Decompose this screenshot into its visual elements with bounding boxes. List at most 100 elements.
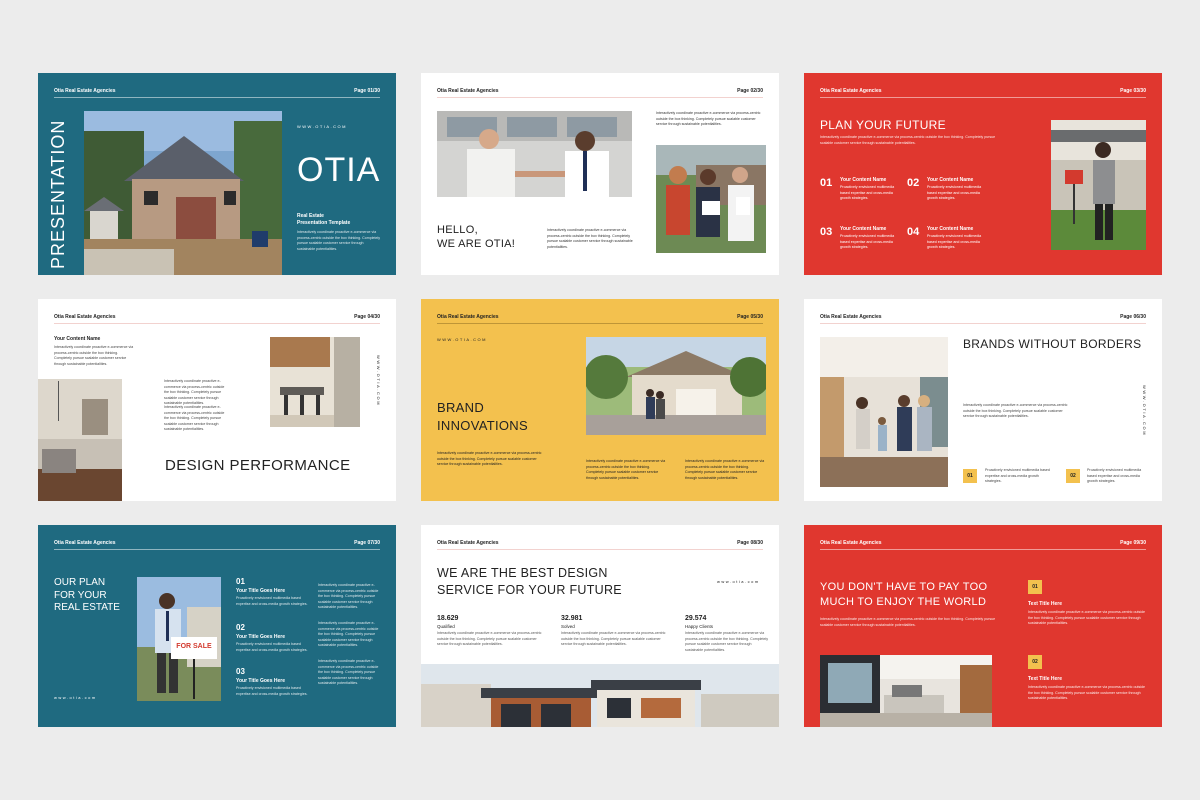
subtitle-line1: Real Estate (297, 213, 324, 219)
stat-text: Interactively coordinate proactive e-com… (685, 631, 769, 652)
title-line1: YOU DON'T HAVE TO PAY TOO (820, 581, 988, 593)
item-text: Proactively envisioned multimedia based … (840, 234, 895, 249)
badge-02-text: Proactively envisioned multimedia based … (1087, 468, 1142, 483)
main-title: OTIA (297, 151, 381, 189)
slide-02[interactable]: Otia Real Estate Agencies Page 02/30 Int… (421, 73, 779, 275)
family-photo (820, 337, 948, 487)
plan-item-03: 03 Your Title Goes Here Proactively envi… (236, 667, 308, 697)
section-title: DESIGN PERFORMANCE (165, 457, 351, 474)
modern-house-photo (421, 664, 779, 727)
item-text: Proactively envisioned multimedia based … (236, 642, 308, 652)
item-number: 04 (907, 226, 920, 238)
stat-label: Qualified (437, 624, 455, 629)
item-number: 02 (236, 623, 245, 632)
for-sale-sign-text: FOR SALE (176, 643, 212, 650)
greeting-text: Interactively coordinate proactive e-com… (547, 228, 633, 249)
side-paragraph-1: Interactively coordinate proactive e-com… (318, 583, 379, 609)
brand-label: Otia Real Estate Agencies (54, 540, 116, 546)
slide-09[interactable]: Otia Real Estate Agencies Page 09/30 YOU… (804, 525, 1162, 727)
agents-photo (656, 145, 766, 253)
section-title: YOU DON'T HAVE TO PAY TOO MUCH TO ENJOY … (820, 580, 987, 610)
kitchen-photo (270, 337, 360, 427)
title-line2: SERVICE FOR YOUR FUTURE (437, 583, 622, 597)
paragraph-1: Interactively coordinate proactive e-com… (164, 379, 225, 405)
vertical-title-wrap: PRESENTATION (48, 109, 71, 269)
for-sale-photo: FOR SALE (137, 577, 221, 701)
slide-header: Otia Real Estate Agencies Page 01/30 (54, 88, 380, 98)
stat-qualified: 18.629 Qualified Interactively coordinat… (437, 615, 547, 648)
slide-header: Otia Real Estate Agencies Page 02/30 (437, 88, 763, 98)
stat-solved: 32.981 Solved Interactively coordinate p… (561, 615, 671, 648)
slide-03[interactable]: Otia Real Estate Agencies Page 03/30 PLA… (804, 73, 1162, 275)
stat-label: Happy Clients (685, 624, 714, 629)
vertical-title: PRESENTATION (48, 119, 68, 269)
title-line2: MUCH TO ENJOY THE WORLD (820, 596, 987, 608)
item-number: 02 (907, 177, 920, 189)
brand-label: Otia Real Estate Agencies (54, 314, 116, 320)
section-title: PLAN YOUR FUTURE (820, 118, 946, 132)
page-number: Page 02/30 (737, 88, 763, 94)
item-01-text: Interactively coordinate proactive e-com… (1028, 610, 1146, 625)
side-paragraph-3: Interactively coordinate proactive e-com… (318, 659, 379, 685)
page-number: Page 05/30 (737, 314, 763, 320)
slide-04[interactable]: Otia Real Estate Agencies Page 04/30 You… (38, 299, 396, 501)
page-number: Page 09/30 (1120, 540, 1146, 546)
item-label: Your Content Name (927, 177, 974, 183)
stat-text: Interactively coordinate proactive e-com… (561, 631, 666, 646)
title-line1: OUR PLAN (54, 577, 106, 588)
greeting-line1: HELLO, (437, 224, 478, 236)
section-title: WE ARE THE BEST DESIGN SERVICE FOR YOUR … (437, 565, 622, 599)
section-title: BRANDS WITHOUT BORDERS (963, 337, 1142, 351)
slide-header: Otia Real Estate Agencies Page 08/30 (437, 540, 763, 550)
badge-02: 02 (1066, 469, 1080, 483)
website-label: WWW.OTIA.COM (437, 337, 487, 342)
item-label: Your Title Goes Here (236, 588, 285, 594)
title-line2: FOR YOUR (54, 589, 107, 601)
item-02-label: Text Title Here (1028, 676, 1062, 682)
section-title: BRAND INNOVATIONS (437, 399, 528, 435)
paragraph-2: Interactively coordinate proactive e-com… (164, 405, 225, 431)
badge-01: 01 (1028, 580, 1042, 594)
slide-08[interactable]: Otia Real Estate Agencies Page 08/30 WE … (421, 525, 779, 727)
item-number: 03 (236, 667, 245, 676)
page-number: Page 07/30 (354, 540, 380, 546)
house-photo (84, 111, 282, 275)
item-label: Your Content Name (840, 177, 887, 183)
couple-house-photo (586, 337, 766, 435)
brand-label: Otia Real Estate Agencies (820, 314, 882, 320)
item-number: 01 (236, 577, 245, 586)
slide-06[interactable]: Otia Real Estate Agencies Page 06/30 BRA… (804, 299, 1162, 501)
slide-header: Otia Real Estate Agencies Page 07/30 (54, 540, 380, 550)
plan-item-02: 02 Your Title Goes Here Proactively envi… (236, 623, 308, 653)
stat-value: 32.981 (561, 615, 583, 622)
slide-05[interactable]: Otia Real Estate Agencies Page 05/30 WWW… (421, 299, 779, 501)
text-col-1: Interactively coordinate proactive e-com… (437, 451, 542, 466)
plan-item-01: 01 Your Title Goes Here Proactively envi… (236, 577, 308, 607)
slide-07[interactable]: Otia Real Estate Agencies Page 07/30 OUR… (38, 525, 396, 727)
slide-01[interactable]: Otia Real Estate Agencies Page 01/30 PRE… (38, 73, 396, 275)
page-number: Page 01/30 (354, 88, 380, 94)
title-line2: INNOVATIONS (437, 418, 528, 433)
badge-01-text: Proactively envisioned multimedia based … (985, 468, 1050, 483)
content-text: Interactively coordinate proactive e-com… (54, 345, 134, 366)
text-col-3: Interactively coordinate proactive e-com… (685, 459, 765, 480)
section-text: Interactively coordinate proactive e-com… (820, 617, 996, 627)
item-text: Proactively envisioned multimedia based … (236, 686, 308, 696)
side-paragraph-2: Interactively coordinate proactive e-com… (318, 621, 379, 647)
stat-text: Interactively coordinate proactive e-com… (437, 631, 542, 646)
greeting-title: HELLO, WE ARE OTIA! (437, 223, 515, 251)
brand-label: Otia Real Estate Agencies (437, 540, 499, 546)
section-text: Interactively coordinate proactive e-com… (820, 135, 996, 145)
brand-label: Otia Real Estate Agencies (820, 88, 882, 94)
slide-header: Otia Real Estate Agencies Page 04/30 (54, 314, 380, 324)
text-col-2: Interactively coordinate proactive e-com… (586, 459, 666, 480)
website-label: www.otia.com (54, 695, 97, 700)
badge-02: 02 (1028, 655, 1042, 669)
brand-label: Otia Real Estate Agencies (437, 88, 499, 94)
description: Interactively coordinate proactive e-com… (297, 230, 381, 251)
stat-value: 29.574 (685, 615, 707, 622)
living-room-photo (38, 379, 122, 501)
item-label: Your Title Goes Here (236, 678, 285, 684)
stat-happy-clients: 29.574 Happy Clients Interactively coord… (685, 615, 769, 653)
slide-header: Otia Real Estate Agencies Page 09/30 (820, 540, 1146, 550)
